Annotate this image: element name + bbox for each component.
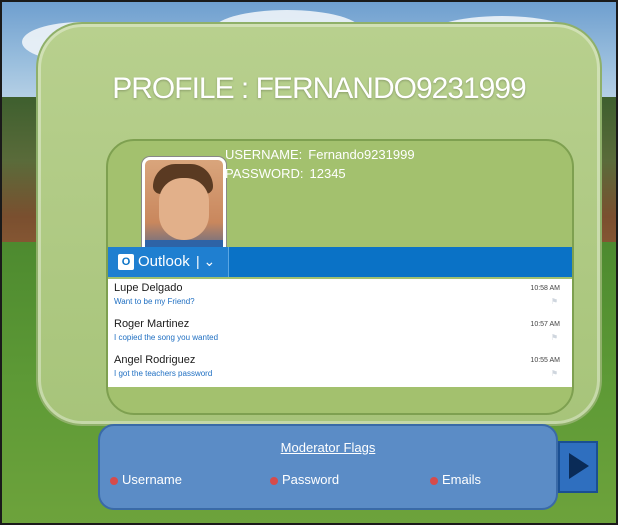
username-value: Fernando9231999	[308, 147, 415, 162]
outlook-header: O Outlook | ⌄	[108, 247, 572, 277]
message-time: 10:58 AM	[530, 285, 560, 292]
message-time: 10:55 AM	[530, 357, 560, 364]
list-item[interactable]: Lupe Delgado Want to be my Friend? 10:58…	[108, 279, 572, 313]
moderator-flags-title[interactable]: Moderator Flags	[100, 440, 556, 455]
chevron-down-icon[interactable]: | ⌄	[196, 253, 215, 270]
flag-username[interactable]: Username	[110, 472, 182, 487]
username-row: USERNAME: Fernando9231999	[225, 147, 415, 162]
flag-dot-icon	[270, 476, 278, 485]
flag-dot-icon	[110, 476, 118, 485]
outlook-logo-icon: O	[118, 254, 134, 270]
message-subject: I copied the song you wanted	[114, 333, 219, 342]
list-item[interactable]: Angel Rodriguez I got the teachers passw…	[108, 351, 572, 385]
flag-dot-icon	[430, 476, 438, 485]
outlook-app-switcher[interactable]: O Outlook | ⌄	[108, 247, 229, 277]
message-sender: Angel Rodriguez	[114, 354, 196, 366]
message-subject: Want to be my Friend?	[114, 297, 195, 306]
flag-icon[interactable]: ⚑	[551, 297, 558, 306]
flag-password[interactable]: Password	[270, 472, 339, 487]
moderator-flags-panel: Moderator Flags Username Password Emails	[98, 424, 558, 510]
password-label: PASSWORD:	[225, 166, 304, 181]
message-subject: I got the teachers password	[114, 369, 213, 378]
password-value: 12345	[309, 166, 346, 181]
message-sender: Roger Martinez	[114, 318, 190, 330]
list-item[interactable]: Roger Martinez I copied the song you wan…	[108, 315, 572, 349]
flag-password-label: Password	[282, 472, 340, 487]
next-button[interactable]	[558, 441, 598, 493]
profile-card: USERNAME: Fernando9231999 PASSWORD: 12345 …	[106, 139, 574, 415]
password-row: PASSWORD: 12345	[225, 166, 346, 181]
flag-username-label: Username	[122, 472, 182, 487]
screen-frame: PROFILE : FERNANDO9231999 USERNAME: Ferna…	[0, 0, 618, 525]
flag-icon[interactable]: ⚑	[551, 333, 558, 342]
page-title: PROFILE : FERNANDO9231999	[112, 72, 527, 105]
message-list: Lupe Delgado Want to be my Friend? 10:58…	[108, 279, 572, 387]
flag-icon[interactable]: ⚑	[551, 369, 558, 378]
play-arrow-icon	[569, 453, 589, 479]
message-sender: Lupe Delgado	[114, 282, 183, 294]
flag-emails-label: Emails	[442, 472, 482, 487]
username-label: USERNAME:	[225, 147, 303, 162]
outlook-label: Outlook	[138, 253, 190, 270]
message-time: 10:57 AM	[530, 321, 560, 328]
flag-emails[interactable]: Emails	[430, 472, 481, 487]
